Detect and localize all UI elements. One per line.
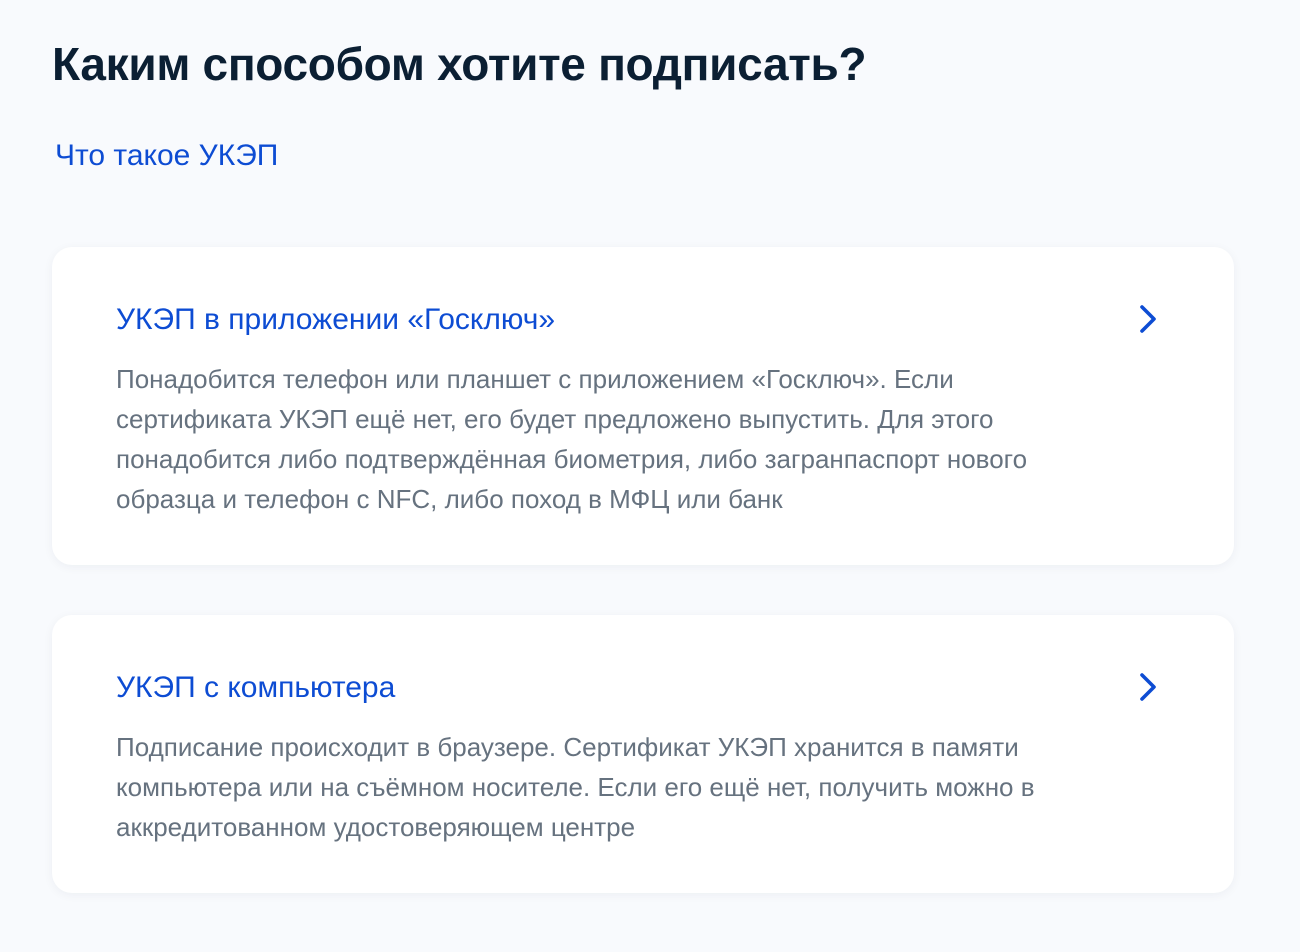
- chevron-right-icon: [1136, 671, 1160, 703]
- option-description: Понадобится телефон или планшет с прилож…: [116, 364, 1028, 514]
- option-description: Подписание происходит в браузере. Сертиф…: [116, 732, 1035, 842]
- what-is-ukep-link[interactable]: Что такое УКЭП: [55, 138, 278, 174]
- chevron-right-icon: [1136, 303, 1160, 335]
- option-card-goskluch[interactable]: УКЭП в приложении «Госключ» Понадобится …: [52, 247, 1234, 565]
- sign-method-page: Каким способом хотите подписать? Что так…: [0, 0, 1300, 952]
- page-title: Каким способом хотите подписать?: [52, 38, 867, 90]
- option-card-computer[interactable]: УКЭП с компьютера Подписание происходит …: [52, 615, 1234, 893]
- option-title: УКЭП в приложении «Госключ»: [116, 303, 556, 336]
- option-title: УКЭП с компьютера: [116, 671, 396, 704]
